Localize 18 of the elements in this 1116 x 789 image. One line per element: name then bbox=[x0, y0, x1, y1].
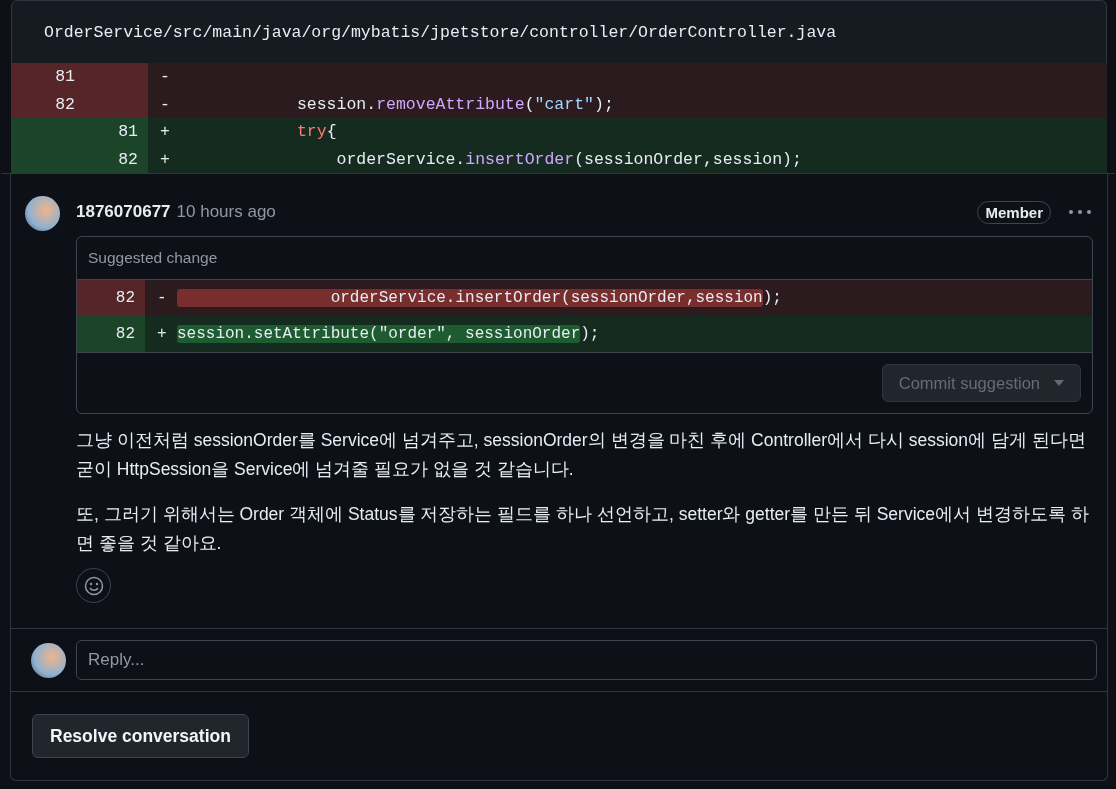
line-number: 81 bbox=[11, 63, 85, 91]
resolve-conversation-button[interactable]: Resolve conversation bbox=[32, 714, 249, 758]
author-name[interactable]: 1876070677 bbox=[76, 202, 171, 222]
smiley-icon bbox=[83, 575, 104, 596]
caret-icon bbox=[1054, 380, 1064, 386]
line-number: 82 bbox=[85, 145, 148, 173]
comment-time[interactable]: 10 hours ago bbox=[176, 202, 276, 222]
avatar bbox=[31, 642, 66, 678]
reply-field[interactable]: Reply... bbox=[76, 640, 1097, 680]
line-number: 82 bbox=[77, 316, 145, 352]
avatar[interactable] bbox=[25, 196, 60, 231]
file-path: OrderService/src/main/java/org/mybatis/jpetstore/controller/OrderController.java bbox=[11, 0, 1107, 63]
line-number: 82 bbox=[11, 90, 85, 118]
comment-paragraph: 또, 그러기 위해서는 Order 객체에 Status를 저장하는 필드를 하나 선언하고, setter와 getter를 만든 뒤 Service에서 변경하도록 하면 좋을 것 같아요. bbox=[76, 503, 1090, 555]
line-number: 82 bbox=[77, 280, 145, 316]
comment-paragraph: 그냥 이전처럼 sessionOrder를 Service에 넘겨주고, sessionOrder의 변경을 마친 후에 Controller에서 다시 session에 담게 된다면 굳이 HttpSession을 Service에 넘겨줄 필요가 없을 것 같습니다. bbox=[76, 429, 1087, 481]
line-number: 81 bbox=[85, 118, 148, 146]
more-options-icon[interactable] bbox=[1067, 208, 1093, 216]
